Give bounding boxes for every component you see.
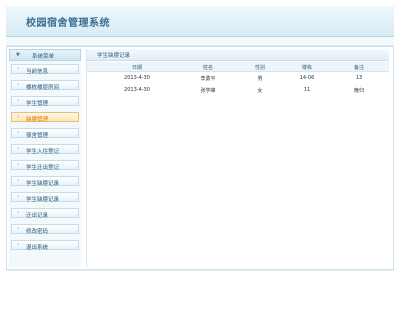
sidebar-item-student-management[interactable]: › 学生管理 (11, 96, 79, 107)
footer-divider (6, 270, 394, 271)
cell-name: 张学峰 (200, 88, 216, 94)
sidebar-item-label: 学生缺寝记录 (26, 180, 60, 187)
sidebar-item-label: 缺寝管理 (26, 116, 49, 123)
chevron-right-icon: › (17, 162, 19, 168)
sidebar: ▼ 系统菜单 › 当前信息 › 楼栋楼层房间 › 学生管理 › 缺寝管理 › 宿… (9, 49, 81, 267)
chevron-right-icon: › (17, 194, 19, 200)
sidebar-item-label: 当前信息 (26, 68, 49, 75)
sidebar-header: ▼ 系统菜单 (9, 49, 81, 61)
column-header-name: 姓名 (202, 65, 213, 71)
sidebar-item-label: 学生入住登记 (26, 148, 60, 155)
sidebar-item-absence-records-2[interactable]: › 学生缺寝记录 (11, 192, 79, 203)
main-panel: 学生缺寝记录 日期 姓名 性别 楼栋 备注 2013-4-30 李勇平 男 14… (86, 49, 389, 267)
sidebar-item-label: 宿舍管理 (26, 132, 49, 139)
sidebar-item-absence-records[interactable]: › 学生缺寝记录 (11, 176, 79, 187)
sidebar-item-building-rooms[interactable]: › 楼栋楼层房间 (11, 80, 79, 91)
cell-gender: 男 (257, 76, 263, 82)
chevron-right-icon: › (17, 242, 19, 248)
table-header: 日期 姓名 性别 楼栋 备注 (87, 62, 389, 72)
collapse-arrow-icon[interactable]: ▼ (16, 52, 20, 58)
table-row: 2013-4-30 李勇平 男 14-06 13 (87, 73, 389, 82)
chevron-right-icon: › (17, 98, 19, 104)
sidebar-item-label: 修改密码 (26, 228, 49, 235)
chevron-right-icon: › (17, 114, 19, 120)
cell-note: 晚归 (353, 88, 364, 94)
chevron-right-icon: › (17, 178, 19, 184)
page-title: 学生缺寝记录 (97, 53, 131, 59)
chevron-right-icon: › (17, 226, 19, 232)
sidebar-item-label: 学生管理 (26, 100, 49, 107)
sidebar-item-checkout[interactable]: › 学生迁出登记 (11, 160, 79, 171)
sidebar-item-dorm-management[interactable]: › 宿舍管理 (11, 128, 79, 139)
cell-building: 11 (303, 87, 311, 93)
sidebar-item-label: 楼栋楼层房间 (26, 84, 60, 91)
sidebar-item-change-password[interactable]: › 修改密码 (11, 224, 79, 235)
chevron-right-icon: › (17, 82, 19, 88)
chevron-right-icon: › (17, 66, 19, 72)
column-header-date: 日期 (131, 65, 142, 71)
app-header: 校园宿舍管理系统 (6, 6, 394, 37)
chevron-right-icon: › (17, 146, 19, 152)
panel-title-bar: 学生缺寝记录 (87, 49, 389, 61)
cell-note: 13 (355, 75, 363, 81)
cell-date: 2013-4-30 (124, 87, 150, 93)
sidebar-item-current-info[interactable]: › 当前信息 (11, 64, 79, 75)
sidebar-header-label: 系统菜单 (32, 54, 55, 60)
chevron-right-icon: › (17, 210, 19, 216)
sidebar-item-label: 迁出记录 (26, 212, 49, 219)
sidebar-item-move-out-records[interactable]: › 迁出记录 (11, 208, 79, 219)
cell-building: 14-06 (299, 75, 315, 81)
sidebar-item-logout[interactable]: › 退出系统 (11, 240, 79, 251)
sidebar-item-checkin[interactable]: › 学生入住登记 (11, 144, 79, 155)
cell-date: 2013-4-30 (124, 75, 150, 81)
column-header-gender: 性别 (254, 65, 265, 71)
app-title: 校园宿舍管理系统 (26, 18, 110, 29)
cell-gender: 女 (257, 88, 263, 94)
sidebar-item-label: 学生缺寝记录 (26, 196, 60, 203)
sidebar-item-absence-management[interactable]: › 缺寝管理 (11, 112, 79, 123)
sidebar-item-label: 退出系统 (26, 244, 49, 251)
cell-name: 李勇平 (200, 76, 216, 82)
column-header-note: 备注 (353, 65, 364, 71)
chevron-right-icon: › (17, 130, 19, 136)
column-header-building: 楼栋 (301, 65, 312, 71)
table-row: 2013-4-30 张学峰 女 11 晚归 (87, 85, 389, 94)
header-subbar (6, 37, 394, 46)
sidebar-item-label: 学生迁出登记 (26, 164, 60, 171)
